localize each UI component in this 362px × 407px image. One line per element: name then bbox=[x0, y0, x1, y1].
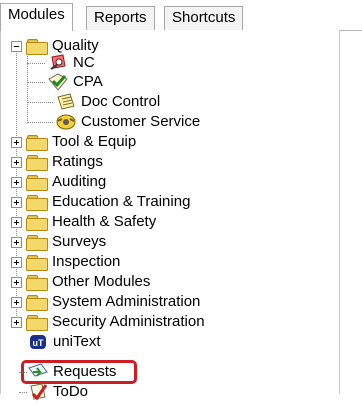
tree-node-label: Requests bbox=[53, 363, 117, 380]
expand-icon[interactable] bbox=[11, 256, 22, 268]
requests-icon bbox=[27, 362, 49, 382]
collapse-icon[interactable] bbox=[11, 40, 22, 52]
module-tree: Quality NC CPA Doc Control Customer Serv… bbox=[1, 30, 339, 401]
folder-icon bbox=[26, 294, 48, 311]
expand-icon[interactable] bbox=[11, 176, 22, 188]
expand-icon[interactable] bbox=[11, 276, 22, 288]
tab-reports[interactable]: Reports bbox=[86, 6, 155, 30]
tree-node-label: Customer Service bbox=[81, 113, 201, 130]
tree-node-surveys[interactable]: Surveys bbox=[11, 232, 106, 252]
tree-node-label: Surveys bbox=[52, 233, 107, 250]
tree-node-doc-control[interactable]: Doc Control bbox=[27, 92, 161, 112]
tree-node-label: Doc Control bbox=[81, 93, 161, 110]
folder-icon bbox=[26, 174, 48, 191]
tree-node-other-modules[interactable]: Other Modules bbox=[11, 272, 150, 292]
folder-icon bbox=[26, 314, 48, 331]
unitext-icon: uT bbox=[27, 332, 49, 352]
doc-control-icon bbox=[55, 92, 77, 112]
todo-icon bbox=[27, 382, 49, 402]
folder-icon bbox=[26, 234, 48, 251]
folder-icon bbox=[26, 194, 48, 211]
folder-icon bbox=[26, 134, 48, 151]
tree-node-customer-service[interactable]: Customer Service bbox=[27, 112, 201, 132]
expand-icon[interactable] bbox=[11, 136, 22, 148]
tree-node-ratings[interactable]: Ratings bbox=[11, 152, 103, 172]
tree-node-label: uniText bbox=[53, 333, 101, 350]
customer-service-icon bbox=[55, 112, 77, 132]
tree-node-health-safety[interactable]: Health & Safety bbox=[11, 212, 156, 232]
tree-node-label: NC bbox=[73, 54, 95, 71]
tree-node-system-administration[interactable]: System Administration bbox=[11, 292, 200, 312]
tree-node-nc[interactable]: NC bbox=[27, 53, 95, 73]
tree-node-security-administration[interactable]: Security Administration bbox=[11, 312, 205, 332]
tree-node-cpa[interactable]: CPA bbox=[27, 72, 103, 92]
module-tabs: Modules Reports Shortcuts bbox=[0, 0, 362, 31]
tab-modules[interactable]: Modules bbox=[0, 3, 73, 31]
tree-node-label: System Administration bbox=[52, 293, 201, 310]
folder-icon bbox=[26, 274, 48, 291]
expand-icon[interactable] bbox=[11, 316, 22, 328]
svg-text:uT: uT bbox=[33, 338, 44, 348]
tree-node-label: Health & Safety bbox=[52, 213, 157, 230]
tree-node-inspection[interactable]: Inspection bbox=[11, 252, 120, 272]
tree-node-label: Auditing bbox=[52, 173, 107, 190]
expand-icon[interactable] bbox=[11, 156, 22, 168]
tree-node-requests[interactable]: Requests bbox=[19, 362, 117, 382]
modules-tree-panel: Quality NC CPA Doc Control Customer Serv… bbox=[0, 30, 340, 401]
tree-node-unitext[interactable]: uT uniText bbox=[27, 332, 101, 352]
folder-open-icon bbox=[26, 38, 48, 55]
tree-node-label: Other Modules bbox=[52, 273, 151, 290]
expand-icon[interactable] bbox=[11, 296, 22, 308]
tree-node-label: Tool & Equip bbox=[52, 133, 137, 150]
tab-shortcuts[interactable]: Shortcuts bbox=[164, 6, 244, 30]
tree-node-label: ToDo bbox=[53, 383, 89, 400]
tree-node-education-training[interactable]: Education & Training bbox=[11, 192, 190, 212]
tree-node-tool-equip[interactable]: Tool & Equip bbox=[11, 132, 136, 152]
tree-node-label: Security Administration bbox=[52, 313, 205, 330]
cpa-check-icon bbox=[47, 72, 69, 92]
quality-guide-line bbox=[27, 50, 28, 123]
tree-node-label: Education & Training bbox=[52, 193, 191, 210]
tree-node-label: CPA bbox=[73, 73, 103, 90]
expand-icon[interactable] bbox=[11, 236, 22, 248]
folder-icon bbox=[26, 254, 48, 271]
expand-icon[interactable] bbox=[11, 216, 22, 228]
folder-icon bbox=[26, 214, 48, 231]
tree-node-todo[interactable]: ToDo bbox=[19, 382, 89, 402]
tree-node-label: Inspection bbox=[52, 253, 121, 270]
folder-icon bbox=[26, 154, 48, 171]
expand-icon[interactable] bbox=[11, 196, 22, 208]
nc-icon bbox=[47, 53, 69, 73]
tree-node-label: Ratings bbox=[52, 153, 103, 170]
tree-node-auditing[interactable]: Auditing bbox=[11, 172, 106, 192]
